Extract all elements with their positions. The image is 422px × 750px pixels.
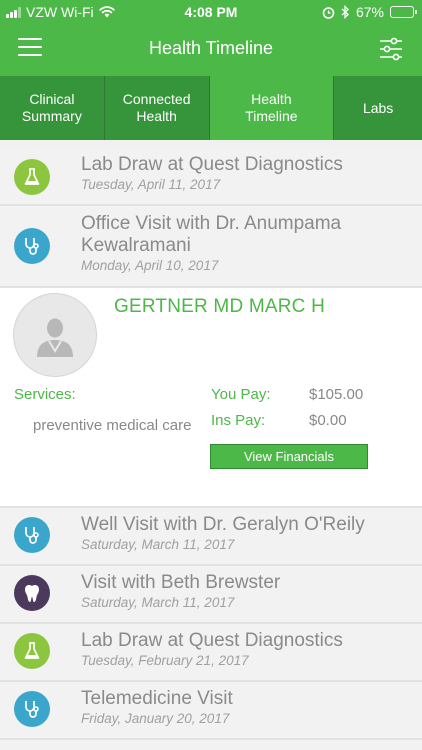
app-header: Health Timeline [0,24,422,76]
alarm-icon [322,6,335,19]
tab-health-timeline[interactable]: Health Timeline [209,76,335,140]
event-date: Tuesday, February 21, 2017 [81,653,249,668]
event-title: Lab Draw at Quest Diagnostics [81,630,343,651]
tab-connected-health[interactable]: Connected Health [105,76,210,140]
avatar [13,293,97,377]
ins-pay-label: Ins Pay: [211,412,266,429]
stethoscope-icon [14,228,50,264]
event-title: Lab Draw at Quest Diagnostics [81,154,343,175]
flask-icon [14,633,50,669]
event-title: Office Visit with Dr. Anumpama Kewalrama… [81,213,342,256]
event-date: Monday, April 10, 2017 [81,258,219,273]
status-bar: VZW Wi-Fi 4:08 PM 67% [0,0,422,24]
event-date: Tuesday, April 11, 2017 [81,177,221,192]
timeline-event[interactable]: Lab Draw at Quest Diagnostics Tuesday, A… [0,148,422,206]
you-pay-label: You Pay: [211,386,271,403]
service-value: preventive medical care [33,417,192,434]
next-event-peek [0,740,422,750]
tab-bar: Clinical Summary Connected Health Health… [0,76,422,140]
event-date: Friday, January 20, 2017 [81,711,230,726]
battery-icon [390,6,417,18]
ins-pay-value: $0.00 [309,412,347,429]
event-title: Well Visit with Dr. Geralyn O'Reily [81,514,365,535]
timeline-event[interactable]: Visit with Beth Brewster Saturday, March… [0,566,422,624]
stethoscope-icon [14,691,50,727]
event-date: Saturday, March 11, 2017 [81,595,235,610]
timeline-event[interactable]: Office Visit with Dr. Anumpama Kewalrama… [0,206,422,288]
services-label: Services: [14,386,76,403]
tab-clinical-summary[interactable]: Clinical Summary [0,76,105,140]
event-date: Saturday, March 11, 2017 [81,537,235,552]
stethoscope-icon [14,517,50,553]
provider-name: GERTNER MD MARC H [114,296,325,317]
battery-percent: 67% [355,4,384,20]
flask-icon [14,159,50,195]
timeline-event[interactable]: Well Visit with Dr. Geralyn O'Reily Satu… [0,508,422,566]
tab-labs[interactable]: Labs [334,76,422,140]
doctor-avatar-icon [37,318,73,357]
timeline-event[interactable]: Telemedicine Visit Friday, January 20, 2… [0,682,422,740]
event-title: Visit with Beth Brewster [81,572,281,593]
status-right: 67% [322,4,417,20]
timeline-event[interactable]: Lab Draw at Quest Diagnostics Tuesday, F… [0,624,422,682]
event-detail-card: GERTNER MD MARC H Services: preventive m… [0,288,422,508]
you-pay-value: $105.00 [309,386,364,403]
page-title: Health Timeline [148,38,274,58]
event-title: Telemedicine Visit [81,688,233,709]
filter-sliders-icon[interactable] [378,36,404,62]
view-financials-button[interactable]: View Financials [210,444,368,469]
bluetooth-icon [341,5,349,19]
tooth-icon [14,575,50,611]
